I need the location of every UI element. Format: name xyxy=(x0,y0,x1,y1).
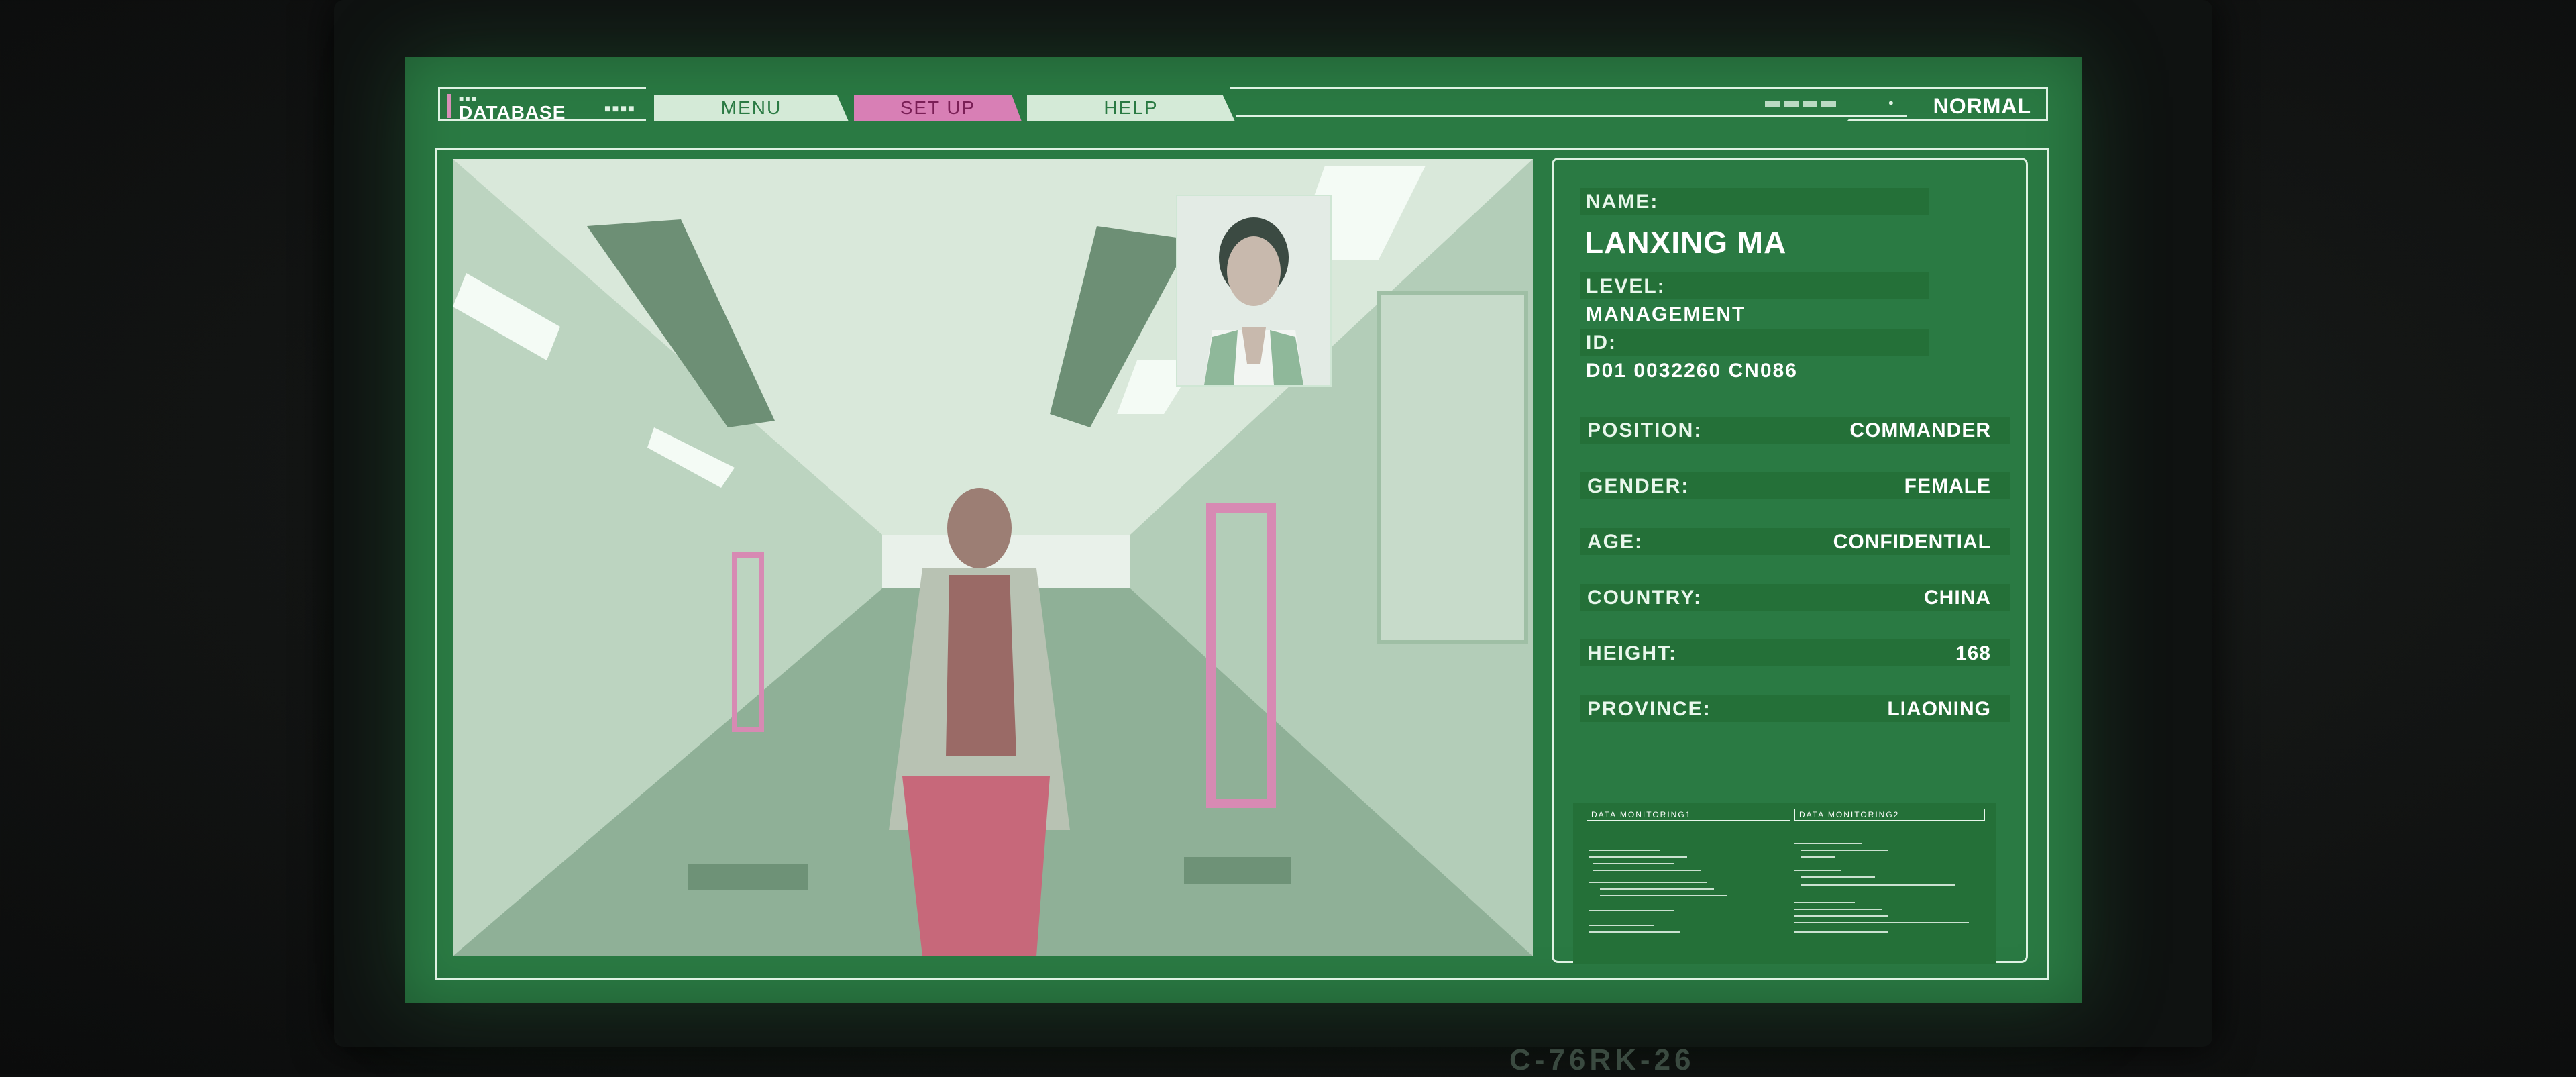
corridor-image xyxy=(453,159,1533,956)
level-value: MANAGEMENT xyxy=(1586,303,1746,325)
name-label: NAME: xyxy=(1586,191,1659,213)
database-tab[interactable]: ■■■ DATABASE ■■■■ xyxy=(438,87,646,123)
tab-menu[interactable]: MENU xyxy=(654,95,849,121)
top-bar: ■■■ DATABASE ■■■■ MENU SET UP HELP • NOR… xyxy=(438,87,2048,123)
age-row: AGE: CONFIDENTIAL xyxy=(1580,528,2010,555)
height-row: HEIGHT: 168 xyxy=(1580,639,2010,666)
country-row: COUNTRY: CHINA xyxy=(1580,584,2010,611)
tab-setup[interactable]: SET UP xyxy=(854,95,1022,121)
position-row: POSITION: COMMANDER xyxy=(1580,417,2010,444)
gender-value: FEMALE xyxy=(1904,475,1991,497)
portrait-image xyxy=(1177,196,1330,385)
position-value: COMMANDER xyxy=(1849,419,1991,442)
id-bar xyxy=(1580,329,1929,356)
accent-stripe xyxy=(447,94,451,118)
position-label: POSITION: xyxy=(1587,419,1703,442)
status-label: NORMAL xyxy=(1933,94,2031,118)
monitoring-code-lines xyxy=(1589,843,1969,933)
height-label: HEIGHT: xyxy=(1587,642,1677,664)
country-label: COUNTRY: xyxy=(1587,586,1702,609)
bezel-label: C-76RK-26 xyxy=(1509,1043,1695,1076)
age-value: CONFIDENTIAL xyxy=(1833,531,1991,553)
signal-icon xyxy=(1765,99,1852,108)
profile-photo xyxy=(1176,195,1332,387)
database-screen: ■■■ DATABASE ■■■■ MENU SET UP HELP • NOR… xyxy=(405,57,2082,1003)
id-label: ID: xyxy=(1586,331,1617,354)
id-value: D01 0032260 CN086 xyxy=(1586,360,1798,382)
divider xyxy=(1236,115,1907,117)
tab-help[interactable]: HELP xyxy=(1027,95,1235,121)
gender-row: GENDER: FEMALE xyxy=(1580,472,2010,499)
level-label: LEVEL: xyxy=(1586,275,1666,297)
database-label: DATABASE xyxy=(459,102,566,123)
country-value: CHINA xyxy=(1924,586,1991,609)
name-value: LANXING MA xyxy=(1585,225,1787,260)
height-value: 168 xyxy=(1955,642,1991,664)
dots-icon: ■■■■ xyxy=(604,103,636,115)
province-value: LIAONING xyxy=(1887,698,1991,720)
age-label: AGE: xyxy=(1587,531,1643,553)
gender-label: GENDER: xyxy=(1587,475,1690,497)
province-row: PROVINCE: LIAONING xyxy=(1580,695,2010,722)
data-monitoring-panel: DATA MONITORING1 DATA MONITORING2 xyxy=(1573,803,1996,964)
divider xyxy=(1230,87,1900,89)
province-label: PROVINCE: xyxy=(1587,698,1711,720)
status-box: NORMAL xyxy=(1847,87,2048,121)
camera-feed xyxy=(453,159,1533,956)
